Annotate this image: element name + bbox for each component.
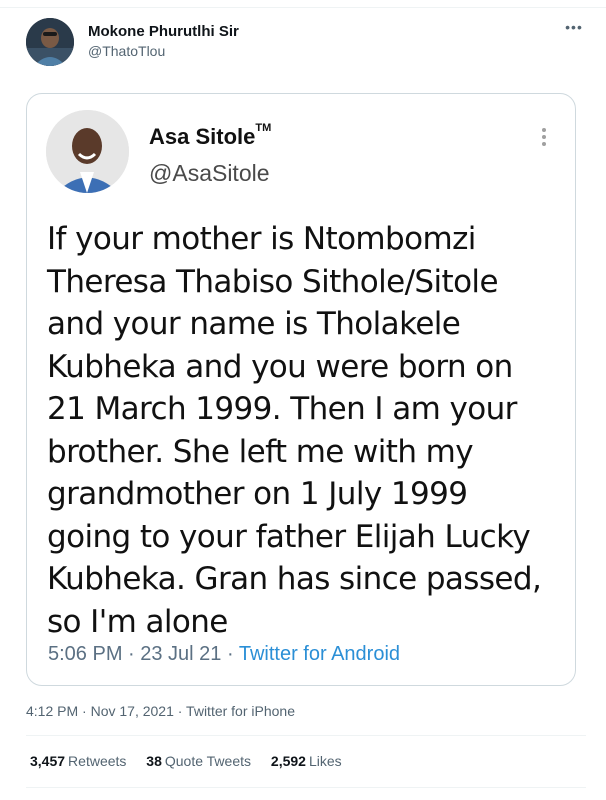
text-line: 21 March 1999. Then I am your (47, 391, 517, 427)
likes-stat[interactable]: 2,592 Likes (271, 753, 342, 769)
embedded-author-handle: @AsaSitole (149, 160, 270, 186)
trademark-mark: TM (255, 122, 272, 134)
text-line: going to your father Elijah Lucky (47, 518, 531, 555)
tweet-timestamp[interactable]: 4:12 PM · Nov 17, 2021 · Twitter for iPh… (26, 703, 295, 719)
embedded-tweet-meta: 5:06 PM · 23 Jul 21 · Twitter for Androi… (48, 643, 400, 666)
more-horizontal-icon[interactable]: ••• (562, 20, 586, 40)
top-divider (0, 0, 606, 8)
embedded-author-avatar (46, 110, 129, 193)
tweet-header: Mokone Phurutlhi Sir @ThatoTlou ••• (26, 18, 586, 70)
quote-tweets-label: Quote Tweets (164, 753, 252, 769)
embedded-avatar-image (46, 110, 129, 193)
embedded-tweet-text: If your mother is Ntombomzi Theresa Thab… (47, 218, 567, 643)
embedded-author-name-text: Asa Sitole (149, 124, 256, 149)
text-line: Kubheka and you were born on (47, 348, 513, 385)
likes-count: 2,592 (270, 753, 306, 769)
retweets-count: 3,457 (30, 753, 66, 769)
text-line: If your mother is Ntombomzi (47, 221, 476, 257)
embedded-author-name: Asa SitoleTM (149, 122, 272, 150)
more-vertical-icon (537, 126, 551, 148)
author-avatar[interactable] (26, 18, 74, 66)
text-line: grandmother on 1 July 1999 (47, 476, 468, 512)
retweets-stat[interactable]: 3,457 Retweets (30, 753, 126, 769)
divider (26, 735, 586, 736)
author-avatar-image (26, 18, 74, 66)
text-line: Theresa Thabiso Sithole/Sitole (47, 263, 499, 300)
divider (26, 787, 586, 788)
embedded-tweet-content: Asa SitoleTM @AsaSitole If your mother i… (27, 94, 575, 685)
author-handle[interactable]: @ThatoTlou (88, 43, 165, 59)
text-line: Kubheka. Gran has since passed, (47, 561, 542, 597)
retweets-label: Retweets (68, 753, 127, 769)
tweet-stats: 3,457 Retweets 38 Quote Tweets 2,592 Likes (30, 753, 358, 769)
quote-tweets-stat[interactable]: 38 Quote Tweets (146, 753, 251, 769)
author-name[interactable]: Mokone Phurutlhi Sir (88, 23, 239, 40)
text-line: so I'm alone (47, 603, 228, 640)
embedded-tweet-image[interactable]: Asa SitoleTM @AsaSitole If your mother i… (26, 93, 576, 686)
text-line: and your name is Tholakele (47, 306, 461, 342)
embedded-tweet-source: Twitter for Android (238, 643, 401, 665)
quote-tweets-count: 38 (146, 753, 162, 769)
embedded-tweet-time: 5:06 PM · 23 Jul 21 · (48, 643, 239, 665)
text-line: brother. She left me with my (47, 433, 474, 470)
likes-label: Likes (308, 753, 342, 769)
